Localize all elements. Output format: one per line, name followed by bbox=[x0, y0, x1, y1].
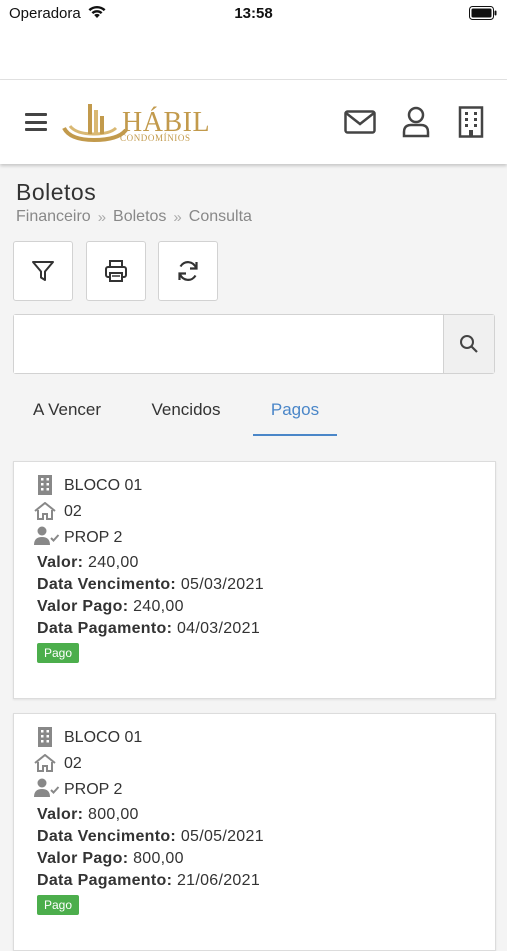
valor-pago-value: 240,00 bbox=[133, 598, 184, 615]
battery-icon bbox=[469, 6, 497, 25]
valor-pago-row: Valor Pago: 240,00 bbox=[37, 598, 184, 616]
data-pagamento-value: 21/06/2021 bbox=[176, 872, 261, 889]
app-header: HÁBIL CONDOMÍNIOS bbox=[0, 80, 507, 164]
building-icon bbox=[34, 474, 56, 496]
data-vencimento-value: 05/05/2021 bbox=[180, 828, 264, 845]
home-icon bbox=[34, 752, 56, 774]
user-icon[interactable] bbox=[398, 104, 434, 140]
clock: 13:58 bbox=[234, 5, 273, 22]
valor-pago-label: Valor Pago: bbox=[37, 598, 129, 615]
building-icon[interactable] bbox=[453, 104, 489, 140]
mail-icon[interactable] bbox=[342, 104, 378, 140]
status-tabs: A Vencer Vencidos Pagos bbox=[13, 390, 495, 438]
breadcrumb-item-consulta: Consulta bbox=[188, 208, 252, 225]
unidade-label: 02 bbox=[64, 503, 82, 520]
top-spacer bbox=[0, 28, 507, 80]
search-button[interactable] bbox=[443, 315, 494, 373]
tab-a-vencer[interactable]: A Vencer bbox=[17, 390, 117, 436]
data-vencimento-row: Data Vencimento: 05/03/2021 bbox=[37, 576, 264, 594]
filter-button[interactable] bbox=[13, 241, 73, 301]
valor-label: Valor: bbox=[37, 806, 84, 823]
data-pagamento-label: Data Pagamento: bbox=[37, 620, 173, 637]
breadcrumb-item-boletos[interactable]: Boletos bbox=[113, 208, 166, 226]
data-pagamento-value: 04/03/2021 bbox=[176, 620, 261, 637]
logo: HÁBIL CONDOMÍNIOS bbox=[60, 100, 210, 144]
user-check-icon bbox=[34, 525, 60, 547]
proprietario-label: PROP 2 bbox=[64, 781, 123, 798]
valor-pago-value: 800,00 bbox=[133, 850, 184, 867]
search-bar bbox=[13, 314, 495, 374]
print-icon bbox=[105, 260, 127, 282]
bloco-label: BLOCO 01 bbox=[64, 729, 143, 746]
proprietario-label: PROP 2 bbox=[64, 529, 123, 546]
user-check-icon bbox=[34, 777, 60, 799]
data-vencimento-label: Data Vencimento: bbox=[37, 576, 177, 593]
chevron-double-right-icon: » bbox=[97, 208, 107, 226]
unidade-label: 02 bbox=[64, 755, 82, 772]
valor-value: 800,00 bbox=[88, 806, 139, 823]
print-button[interactable] bbox=[86, 241, 146, 301]
valor-value: 240,00 bbox=[88, 554, 139, 571]
tab-pagos[interactable]: Pagos bbox=[253, 390, 337, 436]
breadcrumb-item-financeiro[interactable]: Financeiro bbox=[16, 208, 91, 226]
filter-icon bbox=[32, 261, 54, 281]
valor-pago-label: Valor Pago: bbox=[37, 850, 129, 867]
tab-vencidos[interactable]: Vencidos bbox=[136, 390, 236, 436]
data-vencimento-row: Data Vencimento: 05/05/2021 bbox=[37, 828, 264, 846]
search-input[interactable] bbox=[14, 315, 444, 373]
chevron-double-right-icon: » bbox=[173, 208, 182, 226]
status-badge: Pago bbox=[37, 643, 80, 663]
valor-pago-row: Valor Pago: 800,00 bbox=[37, 850, 184, 868]
data-pagamento-row: Data Pagamento: 04/03/2021 bbox=[37, 620, 260, 638]
data-vencimento-value: 05/03/2021 bbox=[180, 576, 264, 593]
refresh-icon bbox=[178, 261, 198, 281]
search-icon bbox=[460, 335, 478, 353]
data-vencimento-label: Data Vencimento: bbox=[37, 828, 177, 845]
valor-row: Valor: 800,00 bbox=[37, 806, 139, 824]
page-title: Boletos bbox=[16, 179, 97, 205]
boleto-card[interactable]: BLOCO 01 02 PROP 2 Valor: 800,00 Data Ve… bbox=[13, 713, 496, 951]
boleto-card[interactable]: BLOCO 01 02 PROP 2 Valor: 240,00 Data Ve… bbox=[13, 461, 496, 699]
breadcrumb: Financeiro » Boletos » Consulta bbox=[16, 208, 252, 226]
status-bar: Operadora 13:58 bbox=[0, 0, 507, 28]
building-icon bbox=[34, 726, 56, 748]
home-icon bbox=[34, 500, 56, 522]
valor-label: Valor: bbox=[37, 554, 84, 571]
bloco-label: BLOCO 01 bbox=[64, 477, 143, 494]
refresh-button[interactable] bbox=[158, 241, 218, 301]
data-pagamento-row: Data Pagamento: 21/06/2021 bbox=[37, 872, 260, 890]
menu-icon[interactable] bbox=[25, 113, 47, 131]
logo-subtext: CONDOMÍNIOS bbox=[120, 133, 191, 143]
valor-row: Valor: 240,00 bbox=[37, 554, 139, 572]
status-badge: Pago bbox=[37, 895, 80, 915]
data-pagamento-label: Data Pagamento: bbox=[37, 872, 173, 889]
